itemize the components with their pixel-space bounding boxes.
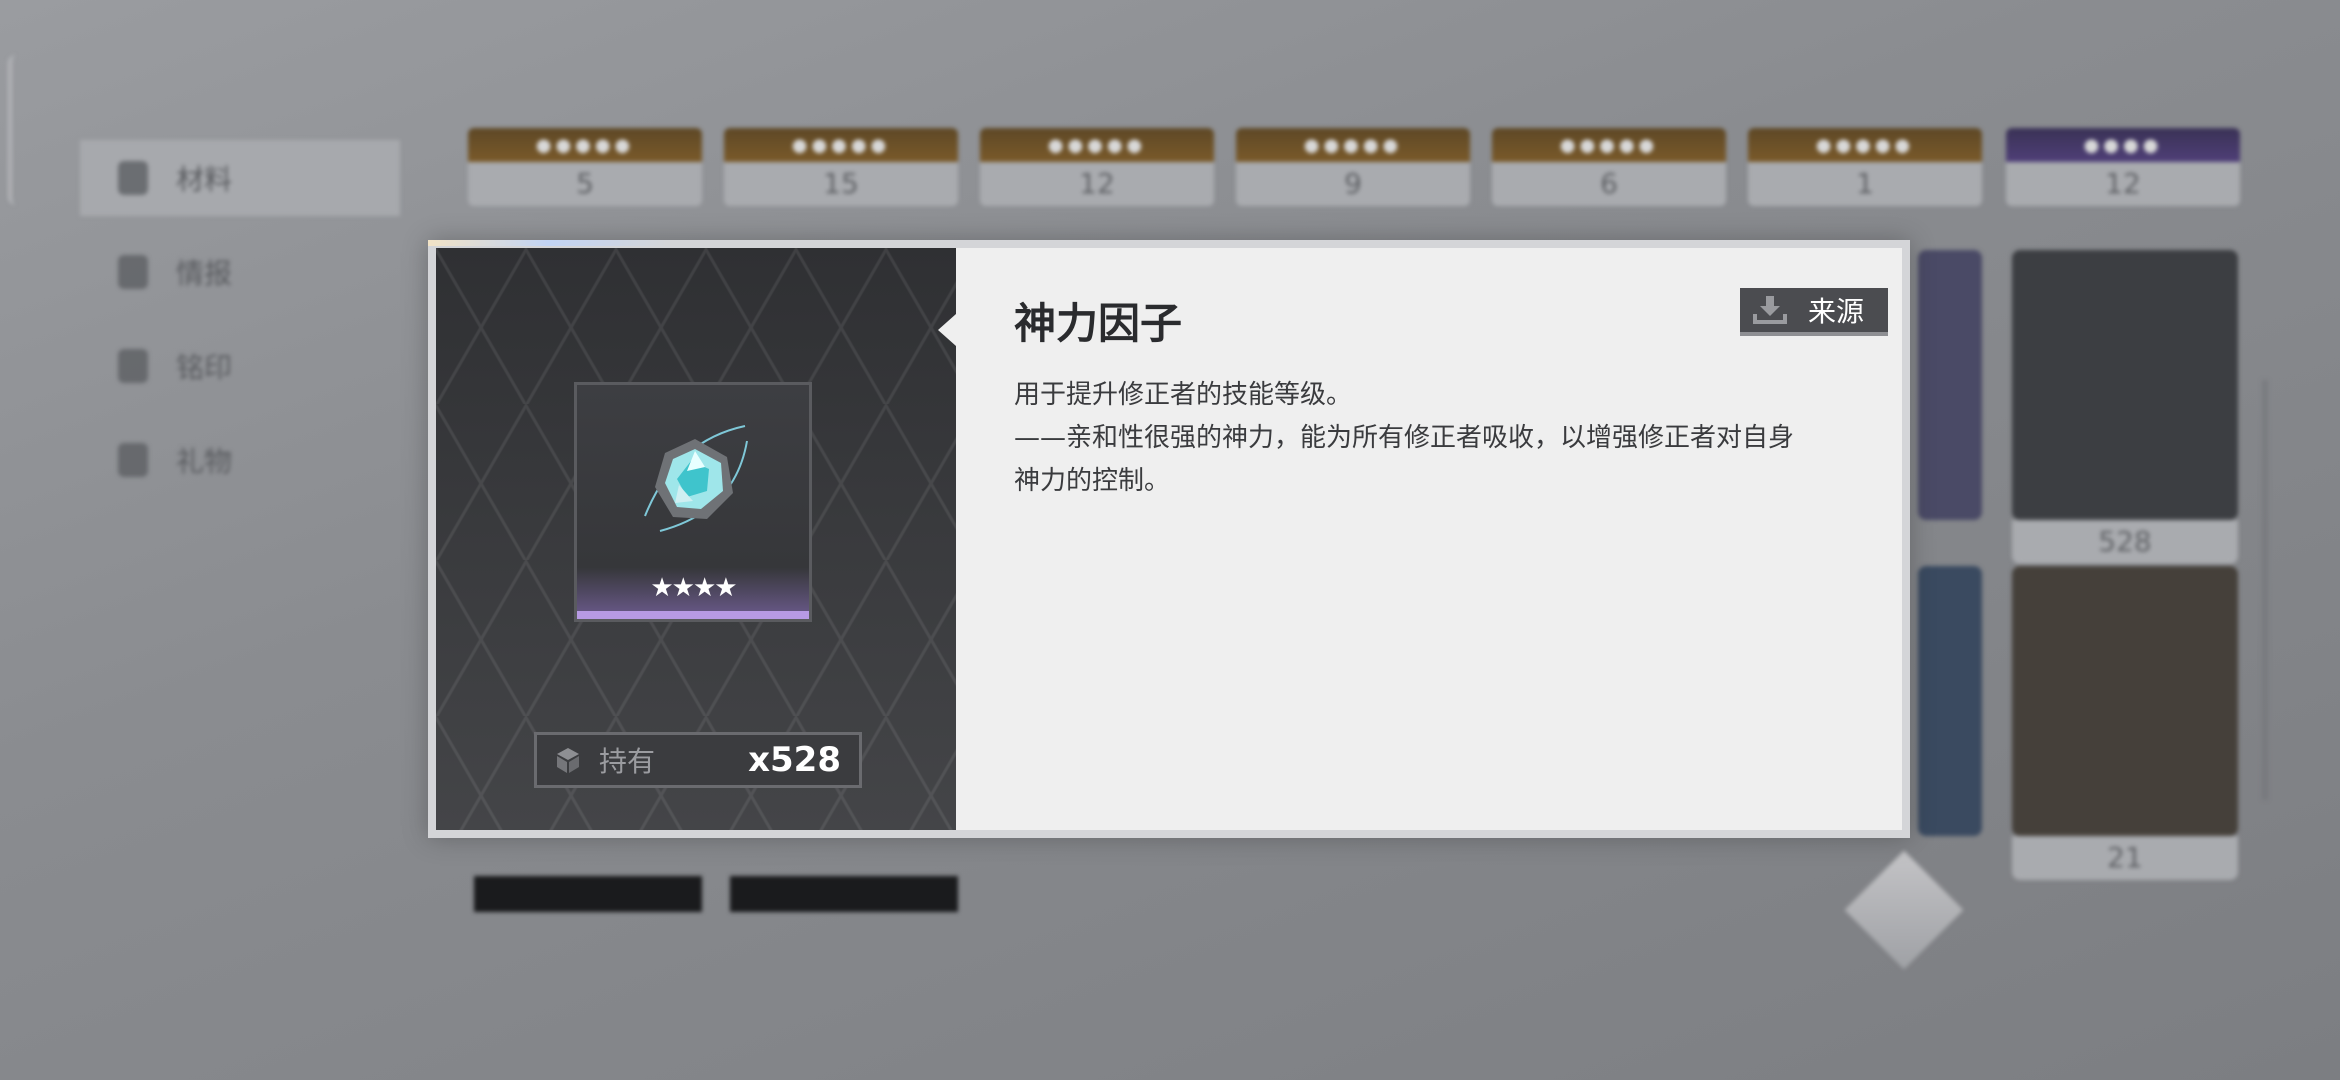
inventory-card-selected[interactable]: 528 [2012, 250, 2238, 564]
sidebar-item-label: 礼物 [176, 445, 233, 478]
sidebar-item-imprint[interactable]: 铭印 [80, 328, 400, 404]
inventory-card[interactable] [1918, 250, 1982, 520]
intel-icon [118, 255, 148, 289]
item-count: 15 [724, 162, 958, 206]
item-count: 5 [468, 162, 702, 206]
scrollbar[interactable] [2262, 380, 2268, 800]
box-icon [557, 748, 579, 773]
item-count: 12 [980, 162, 1214, 206]
rarity-stars: ●●●●● [1236, 128, 1470, 162]
item-count: 12 [2006, 162, 2240, 206]
source-label: 来源 [1808, 295, 1865, 328]
inventory-card[interactable]: ●●●●● 5 [468, 128, 702, 206]
sidebar-item-label: 情报 [176, 257, 233, 290]
inventory-card[interactable]: ●●●●● 9 [1236, 128, 1470, 206]
rarity-stars: ●●●●● [724, 128, 958, 162]
diamond-icon [1844, 850, 1964, 970]
owned-count: x528 [748, 740, 841, 780]
description-line: ——亲和性很强的神力，能为所有修正者吸收，以增强修正者对自身 [1014, 423, 1795, 453]
rarity-stars: ●●●●● [1748, 128, 1982, 162]
item-title: 神力因子 [1014, 299, 1183, 348]
item-count: 9 [1236, 162, 1470, 206]
rarity-bar [577, 611, 809, 619]
rarity-stars: ★★★★ [650, 573, 737, 603]
rarity-stars: ●●●● [2006, 128, 2240, 162]
download-tray-icon [1753, 296, 1787, 324]
item-info-panel: 神力因子 来源 用于提升修正者的技能等级。 ——亲和性很强的神力，能为所有修正者… [956, 248, 1902, 830]
inventory-card[interactable]: ●●●● 12 [2006, 128, 2240, 206]
rarity-stars: ●●●●● [468, 128, 702, 162]
sidebar-item-intel[interactable]: 情报 [80, 234, 400, 310]
panel-pointer [938, 314, 956, 346]
rarity-stars: ●●●●● [980, 128, 1214, 162]
inventory-card[interactable]: ●●●●● 15 [724, 128, 958, 206]
item-count: 21 [2012, 836, 2238, 880]
inventory-card[interactable]: ●●●●● 12 [980, 128, 1214, 206]
item-count: 1 [1748, 162, 1982, 206]
sidebar-item-label: 材料 [176, 163, 233, 196]
item-icon-frame: ★★★★ [574, 382, 812, 622]
source-button[interactable]: 来源 [1740, 288, 1888, 336]
description-line: 用于提升修正者的技能等级。 [1014, 380, 1353, 410]
sidebar-item-gift[interactable]: 礼物 [80, 422, 400, 498]
description-line: 神力的控制。 [1014, 466, 1171, 496]
imprint-icon [118, 349, 148, 383]
sidebar-item-materials[interactable]: 材料 [80, 140, 400, 216]
item-count: 6 [1492, 162, 1726, 206]
inventory-card[interactable] [474, 876, 702, 912]
inventory-card[interactable] [730, 876, 958, 912]
item-description: 用于提升修正者的技能等级。 ——亲和性很强的神力，能为所有修正者吸收，以增强修正… [1014, 374, 1874, 503]
divine-factor-crystal-icon [644, 425, 748, 532]
inventory-card[interactable]: ●●●●● 1 [1748, 128, 1982, 206]
materials-icon [118, 161, 148, 195]
item-count: 528 [2012, 520, 2238, 564]
item-preview-panel: ★★★★ 持有 x528 [436, 248, 956, 830]
gift-icon [118, 443, 148, 477]
inventory-card[interactable] [1918, 566, 1982, 836]
item-detail-modal: ★★★★ 持有 x528 神力因子 来源 用于提升修正者的技能等级。 ——亲和性… [428, 240, 1910, 838]
category-sidebar: 材料 情报 铭印 礼物 [80, 140, 400, 516]
back-edge[interactable] [8, 55, 20, 205]
inventory-card[interactable]: 21 [2012, 566, 2238, 880]
owned-label: 持有 [599, 745, 656, 778]
sidebar-item-label: 铭印 [176, 351, 233, 384]
inventory-card[interactable]: ●●●●● 6 [1492, 128, 1726, 206]
rarity-stars: ●●●●● [1492, 128, 1726, 162]
owned-count-box: 持有 x528 [534, 732, 862, 788]
